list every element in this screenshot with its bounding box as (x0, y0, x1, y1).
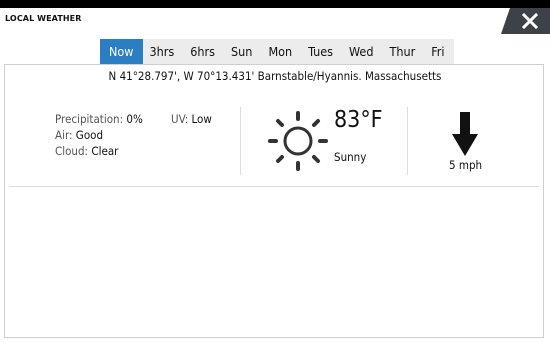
cloud-value: Clear (91, 144, 119, 158)
uv-value: Low (191, 112, 212, 126)
air-label: Air: (55, 128, 73, 142)
top-bar (0, 0, 550, 8)
tab-now[interactable]: Now (100, 39, 143, 64)
cloud-label: Cloud: (55, 144, 89, 158)
tab-thur[interactable]: Thur (382, 39, 425, 64)
weather-panel: N 41°28.797', W 70°13.431' Barnstable/Hy… (4, 64, 544, 338)
tab-mon[interactable]: Mon (261, 39, 302, 64)
sun-icon (268, 111, 328, 171)
cloud-row: Cloud: Clear (55, 143, 143, 159)
precipitation-label: Precipitation: (55, 112, 124, 126)
time-tabs: Now 3hrs 6hrs Sun Mon Tues Wed Thur Fri (100, 39, 454, 64)
tab-6hrs[interactable]: 6hrs (183, 39, 225, 64)
tab-tues[interactable]: Tues (301, 39, 343, 64)
divider (240, 107, 241, 175)
tab-sun[interactable]: Sun (224, 39, 262, 64)
condition: Sunny (334, 150, 367, 164)
window-title: LOCAL WEATHER (5, 14, 82, 23)
uv-label: UV: (171, 112, 189, 126)
precipitation-row: Precipitation: 0% (55, 111, 143, 127)
close-button[interactable] (501, 8, 550, 34)
location-label: N 41°28.797', W 70°13.431' Barnstable/Hy… (108, 69, 442, 83)
section-divider (9, 186, 539, 187)
wind-direction-arrow-icon (452, 112, 478, 156)
precipitation-value: 0% (126, 112, 143, 126)
weather-details: Precipitation: 0% Air: Good Cloud: Clear (55, 111, 143, 159)
tab-wed[interactable]: Wed (342, 39, 383, 64)
tab-fri[interactable]: Fri (424, 39, 454, 64)
divider (407, 107, 408, 175)
wind-speed: 5 mph (449, 158, 483, 172)
close-icon (522, 13, 538, 29)
air-value: Good (75, 128, 104, 142)
air-row: Air: Good (55, 127, 143, 143)
tab-3hrs[interactable]: 3hrs (142, 39, 184, 64)
temperature: 83°F (334, 107, 383, 133)
uv-row: UV: Low (171, 111, 212, 127)
